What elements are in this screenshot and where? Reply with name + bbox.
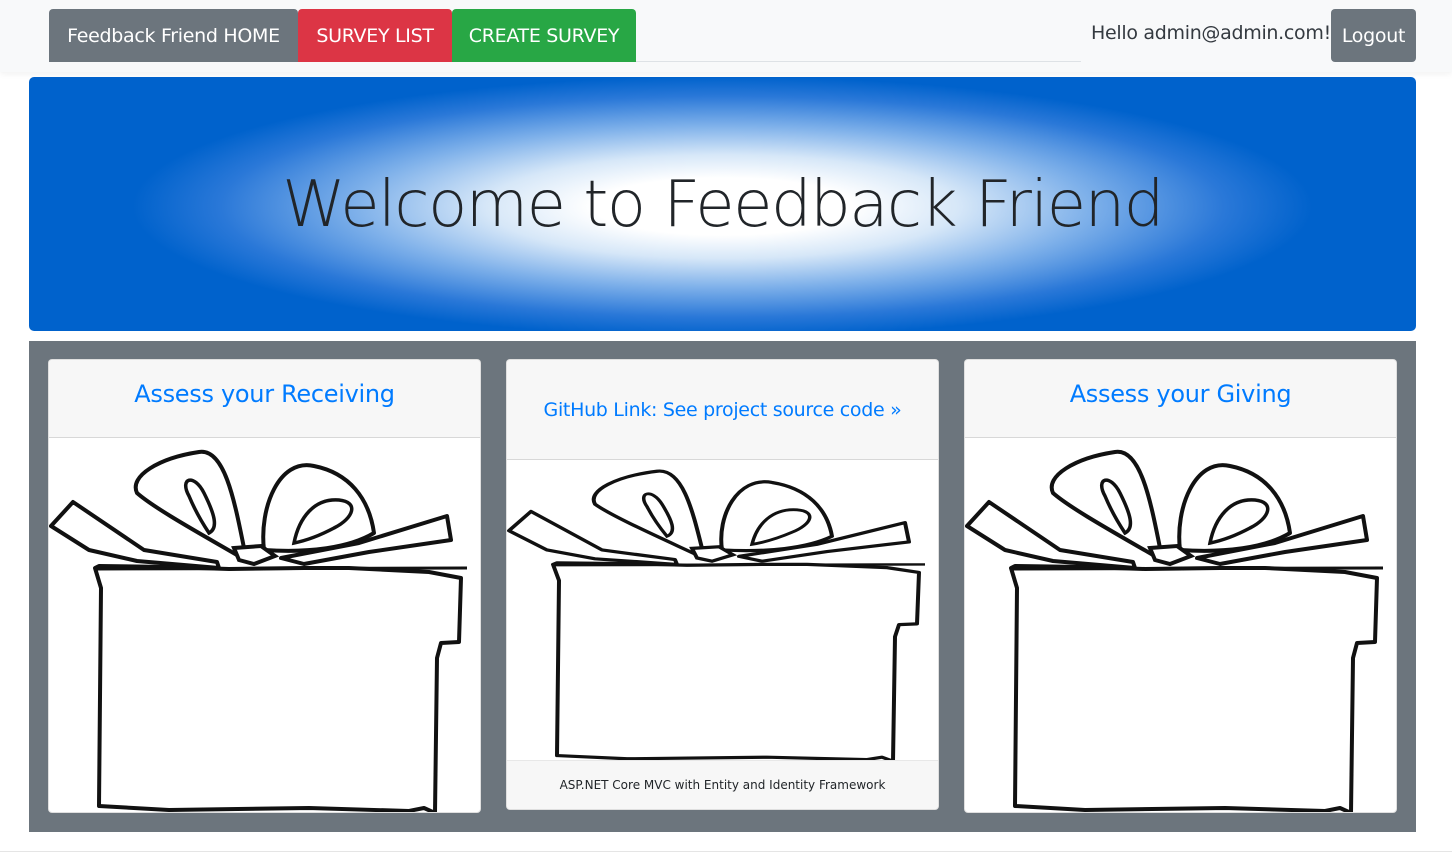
survey-list-nav-button[interactable]: SURVEY LIST xyxy=(298,9,452,62)
home-nav-button[interactable]: Feedback Friend HOME xyxy=(49,9,298,62)
gift-box-icon xyxy=(507,469,927,762)
navbar: Feedback Friend HOME SURVEY LIST CREATE … xyxy=(0,0,1452,72)
gift-box-icon[interactable] xyxy=(49,438,481,813)
card-header: Assess your Giving xyxy=(965,360,1396,438)
welcome-banner: Welcome to Feedback Friend xyxy=(29,77,1416,331)
assess-giving-link[interactable]: Assess your Giving xyxy=(1070,380,1292,418)
card-footer-text: ASP.NET Core MVC with Entity and Identit… xyxy=(507,760,938,809)
card-header: GitHub Link: See project source code » xyxy=(507,360,938,460)
nav-divider xyxy=(636,61,1081,62)
logout-button[interactable]: Logout xyxy=(1331,9,1416,62)
giving-card: Assess your Giving xyxy=(964,359,1397,813)
page-title: Welcome to Feedback Friend xyxy=(282,168,1164,242)
footer-divider xyxy=(0,851,1452,852)
user-greeting: Hello admin@admin.com! xyxy=(1091,22,1331,44)
github-card: GitHub Link: See project source code » A… xyxy=(506,359,939,810)
card-header: Assess your Receiving xyxy=(49,360,480,438)
assess-receiving-link[interactable]: Assess your Receiving xyxy=(134,380,395,418)
receiving-card: Assess your Receiving xyxy=(48,359,481,813)
create-survey-nav-button[interactable]: CREATE SURVEY xyxy=(452,9,636,62)
github-link[interactable]: GitHub Link: See project source code » xyxy=(544,399,902,421)
gift-box-icon[interactable] xyxy=(965,438,1397,813)
